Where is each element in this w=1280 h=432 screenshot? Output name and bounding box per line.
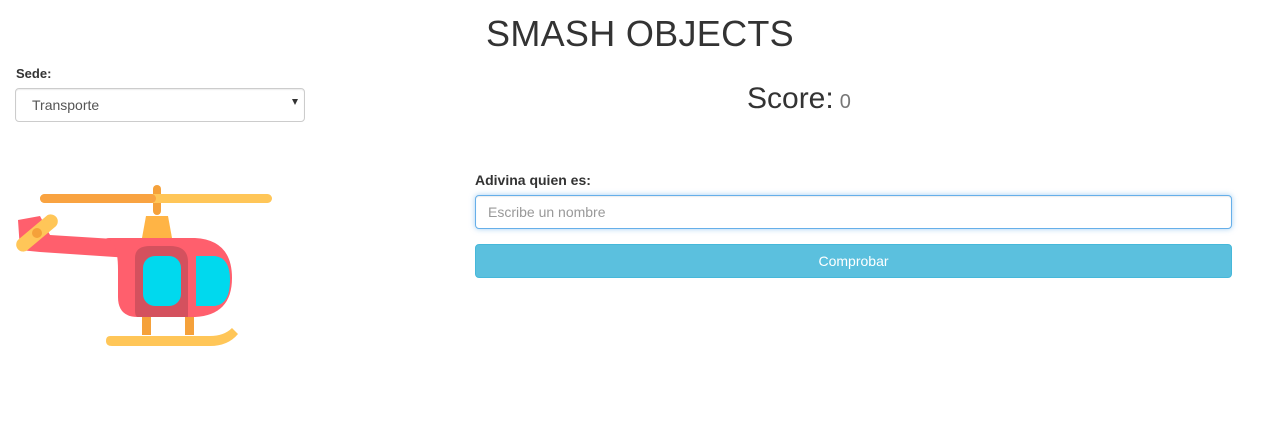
cabin-window-right (196, 256, 230, 306)
category-select[interactable]: Transporte (15, 88, 305, 122)
cabin-window-left (143, 256, 181, 306)
main-rotor-blade-left (40, 194, 156, 203)
name-input[interactable] (475, 195, 1232, 229)
skid-leg-left (142, 317, 151, 335)
page: SMASH OBJECTS Sede: Transporte Score: 0 A… (0, 0, 1280, 432)
score-display: Score: 0 (747, 82, 851, 116)
score-value: 0 (839, 91, 851, 113)
rotor-hub (142, 216, 172, 238)
skid-leg-right (185, 317, 194, 335)
category-label: Sede: (16, 66, 52, 81)
check-button[interactable]: Comprobar (475, 244, 1232, 278)
category-select-value: Transporte (32, 97, 100, 113)
page-title: SMASH OBJECTS (486, 13, 794, 54)
helicopter-icon (16, 185, 272, 346)
landing-skid (106, 328, 238, 346)
caret-down-icon (292, 99, 298, 105)
guess-label: Adivina quien es: (475, 172, 591, 188)
score-label: Score: (747, 82, 834, 115)
